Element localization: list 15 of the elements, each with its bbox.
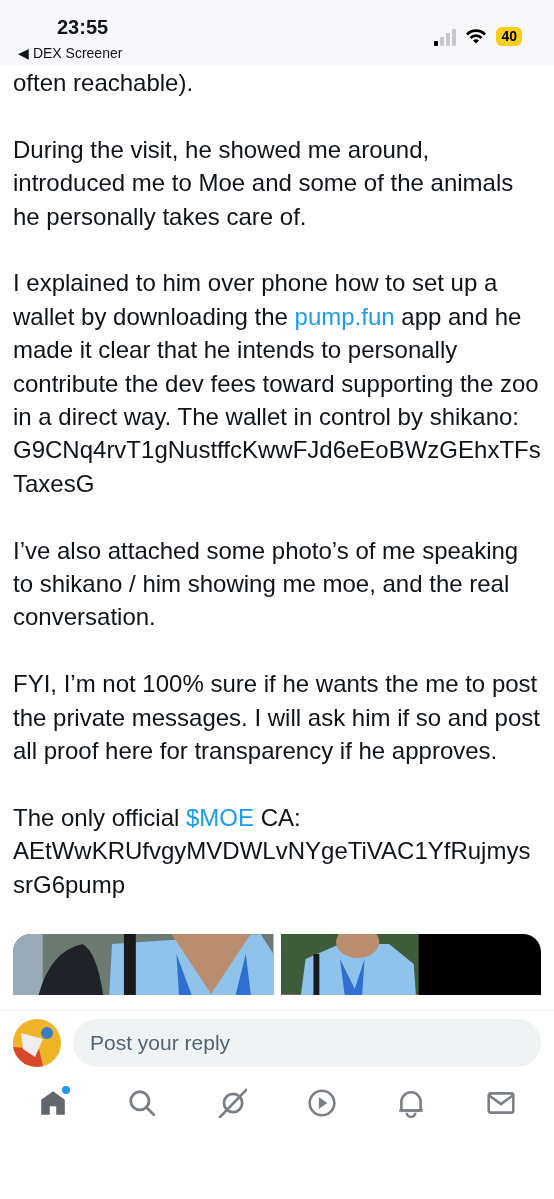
post-paragraph: I’ve also attached some photo’s of me speaking to shikano / him showing me moe, and the real conversation. bbox=[13, 535, 520, 633]
signal-icon bbox=[434, 26, 457, 46]
post-paragraph: often reachable). bbox=[13, 68, 195, 98]
post-paragraph: FYI, I’m not 100% sure if he wants the me to post the private messages. I will ask him if so and post all proof here for transparency if he approves. bbox=[13, 669, 541, 767]
post-paragraph: The only official $MOE CA: AEtWwKRUfvgyMVDWLvNYgeTiVAC1YfRujmyssrG6pump bbox=[13, 802, 532, 900]
reply-field[interactable]: Post your reply bbox=[73, 1018, 541, 1067]
avatar[interactable] bbox=[13, 1018, 61, 1067]
wifi-icon bbox=[465, 28, 488, 44]
battery-indicator: 40 bbox=[496, 26, 522, 46]
clock: 23:55 bbox=[57, 15, 109, 40]
post-paragraph: I explained to him over phone how to set up a wallet by downloading the pump.fun app and he made it clear that he intends to personally contribute the dev fees toward supporting the zoo in a direct way. The wallet in control by shikano: G9CNq4rvT1gNustffcKwwFJd6eEoBWzGEhxTFsTaxesG bbox=[13, 268, 541, 499]
link[interactable]: pump.fun bbox=[294, 302, 395, 330]
link[interactable]: $MOE bbox=[186, 803, 254, 831]
post-paragraph: During the visit, he showed me around, introduced me to Moe and some of the animals he personally takes care of. bbox=[13, 134, 515, 232]
back-link[interactable]: ◀ DEX Screener bbox=[18, 43, 123, 64]
